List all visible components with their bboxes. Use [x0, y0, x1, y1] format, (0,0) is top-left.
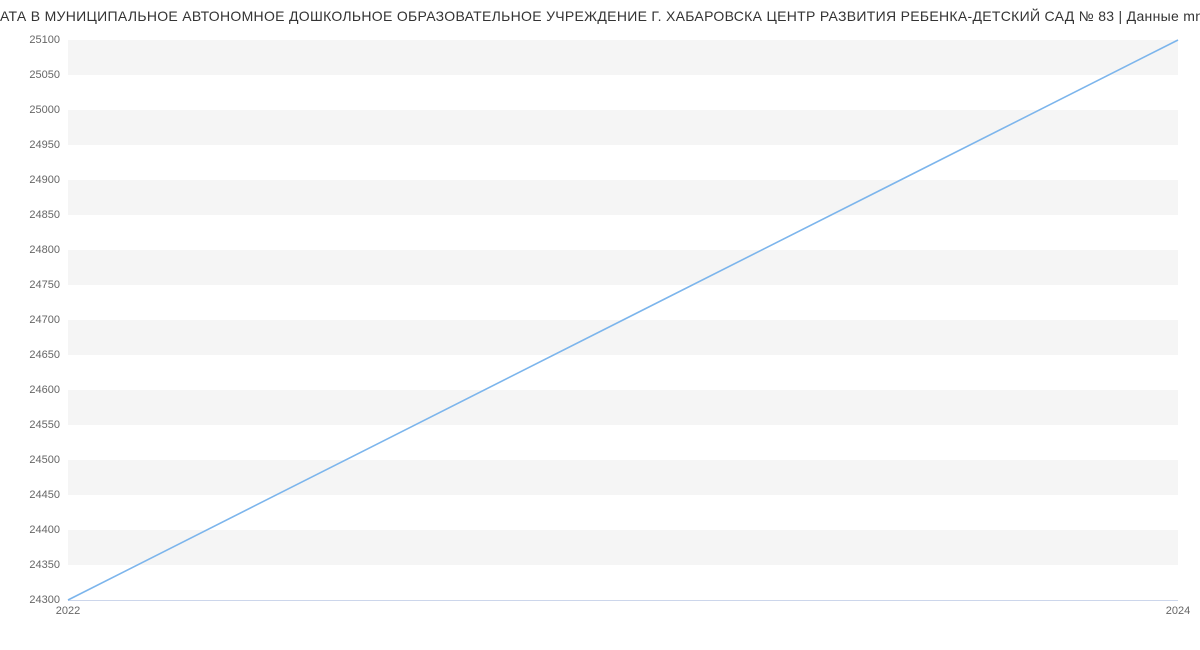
y-tick-label: 24400: [10, 524, 60, 536]
x-tick-label: 2022: [56, 605, 80, 617]
plot-area: [68, 40, 1178, 601]
y-tick-label: 24600: [10, 384, 60, 396]
y-tick-label: 24850: [10, 209, 60, 221]
y-tick-label: 24550: [10, 419, 60, 431]
x-tick-label: 2024: [1166, 605, 1190, 617]
y-tick-label: 24900: [10, 174, 60, 186]
y-tick-label: 24700: [10, 314, 60, 326]
y-tick-label: 24800: [10, 244, 60, 256]
y-tick-label: 25000: [10, 104, 60, 116]
y-tick-label: 25100: [10, 34, 60, 46]
y-tick-label: 24300: [10, 594, 60, 606]
y-tick-label: 24500: [10, 454, 60, 466]
y-tick-label: 24750: [10, 279, 60, 291]
y-tick-label: 24350: [10, 559, 60, 571]
y-tick-label: 24650: [10, 349, 60, 361]
series-line: [68, 40, 1178, 600]
chart-title: АТА В МУНИЦИПАЛЬНОЕ АВТОНОМНОЕ ДОШКОЛЬНО…: [0, 8, 1200, 24]
y-tick-label: 24950: [10, 139, 60, 151]
y-tick-label: 25050: [10, 69, 60, 81]
y-tick-label: 24450: [10, 489, 60, 501]
chart-container: АТА В МУНИЦИПАЛЬНОЕ АВТОНОМНОЕ ДОШКОЛЬНО…: [0, 0, 1200, 650]
chart-line-layer: [68, 40, 1178, 600]
